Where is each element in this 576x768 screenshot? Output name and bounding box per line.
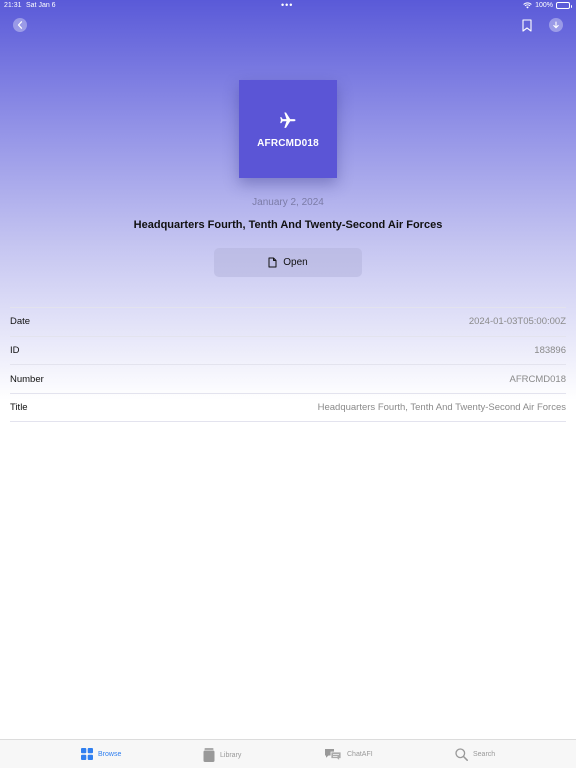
tab-bar: Browse Library ChatAFI Search — [0, 739, 576, 768]
status-time: 21:31 — [4, 2, 22, 9]
status-date: Sat Jan 6 — [26, 2, 56, 9]
status-bar: 21:31 Sat Jan 6 ••• 100% — [0, 0, 576, 12]
tab-label: Search — [473, 751, 496, 758]
detail-row-number: Number AFRCMD018 — [10, 364, 566, 393]
download-button[interactable] — [549, 18, 563, 32]
multitasking-dots-icon[interactable]: ••• — [281, 0, 293, 10]
detail-row-id: ID 183896 — [10, 335, 566, 365]
tab-label: Browse — [98, 750, 122, 758]
battery-icon — [556, 2, 572, 9]
grid-icon — [81, 748, 93, 760]
library-icon — [203, 748, 215, 762]
tab-browse[interactable]: Browse — [81, 748, 121, 760]
wifi-icon — [523, 2, 532, 9]
chat-icon — [325, 749, 342, 761]
chevron-left-icon — [17, 21, 23, 29]
battery-percent: 100% — [535, 2, 553, 9]
tab-chatafi[interactable]: ChatAFI — [324, 748, 373, 761]
tab-library[interactable]: Library — [203, 748, 241, 762]
detail-row-title: Title Headquarters Fourth, Tenth And Twe… — [10, 393, 566, 422]
document-date: January 2, 2024 — [252, 197, 324, 208]
detail-label: Number — [10, 373, 44, 385]
document-cover: AFRCMD018 — [239, 80, 337, 178]
detail-label: Title — [10, 401, 28, 413]
bookmark-icon — [522, 18, 532, 32]
bookmark-button[interactable] — [521, 18, 533, 32]
document-title: Headquarters Fourth, Tenth And Twenty-Se… — [133, 219, 443, 231]
cover-label: AFRCMD018 — [257, 137, 319, 149]
tab-search[interactable]: Search — [455, 748, 495, 761]
open-button[interactable]: Open — [214, 248, 362, 277]
details-list: Date 2024-01-03T05:00:00Z ID 183896 Numb… — [10, 307, 566, 422]
open-button-label: Open — [283, 257, 308, 268]
status-right: 100% — [523, 2, 572, 9]
airplane-icon — [280, 112, 296, 128]
tab-label: Library — [220, 751, 242, 759]
back-button[interactable] — [13, 18, 27, 32]
detail-label: Date — [10, 316, 31, 328]
document-icon — [268, 257, 277, 268]
tab-label: ChatAFI — [347, 751, 373, 758]
detail-value: Headquarters Fourth, Tenth And Twenty-Se… — [317, 401, 566, 413]
detail-row-date: Date 2024-01-03T05:00:00Z — [10, 307, 566, 336]
detail-label: ID — [10, 345, 20, 357]
detail-value: 183896 — [534, 345, 566, 357]
search-icon — [455, 748, 468, 761]
detail-value: 2024-01-03T05:00:00Z — [468, 316, 566, 328]
download-icon — [553, 21, 559, 29]
detail-value: AFRCMD018 — [509, 373, 567, 385]
